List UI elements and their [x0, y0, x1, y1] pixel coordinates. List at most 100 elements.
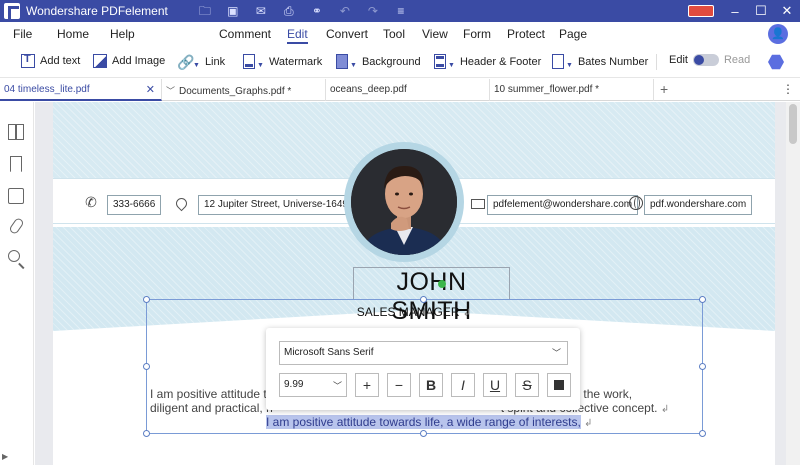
resize-handle[interactable] — [143, 363, 150, 370]
increase-font-button[interactable]: + — [355, 373, 379, 397]
add-image-label: Add Image — [112, 55, 166, 67]
vertical-scrollbar[interactable] — [786, 102, 800, 465]
font-color-button[interactable] — [547, 373, 571, 397]
user-avatar-icon[interactable]: 👤 — [768, 24, 788, 44]
menu-form[interactable]: Form — [463, 27, 491, 41]
add-image-button[interactable]: Add Image — [93, 54, 165, 68]
menu-convert[interactable]: Convert — [326, 27, 368, 41]
menu-file[interactable]: File — [13, 27, 32, 41]
link-dropdown-icon[interactable]: ▼ — [193, 62, 200, 69]
background-button[interactable]: ▼ Background — [336, 54, 421, 69]
menu-help[interactable]: Help — [110, 27, 135, 41]
window-controls: – ☐ ✕ — [688, 0, 800, 22]
decrease-font-button[interactable]: − — [387, 373, 411, 397]
bates-number-button[interactable]: ▼ Bates Number — [552, 54, 648, 69]
minimize-button[interactable]: – — [722, 4, 748, 19]
bold-button[interactable]: B — [419, 373, 443, 397]
bookmark-icon[interactable] — [10, 156, 22, 172]
add-text-button[interactable]: Add text — [21, 53, 80, 68]
attachment-icon[interactable] — [8, 216, 25, 236]
italic-button[interactable]: I — [451, 373, 475, 397]
edit-toolbar: Add text Add Image 🔗 ▼ Link ▼ Watermark … — [0, 46, 800, 78]
close-tab-icon[interactable]: ✕ — [146, 83, 155, 96]
document-tabs: 04 timeless_lite.pdf ✕ ﹀ Documents_Graphs… — [0, 79, 800, 101]
close-window-button[interactable]: ✕ — [774, 3, 800, 19]
thumbnails-icon[interactable] — [8, 124, 24, 140]
mail-icon[interactable]: ✉ — [254, 4, 268, 18]
scrollbar-thumb[interactable] — [789, 104, 797, 144]
save-icon[interactable]: ▣ — [226, 4, 240, 18]
resize-handle[interactable] — [699, 296, 706, 303]
resize-handle[interactable] — [143, 296, 150, 303]
tab-timeless-lite[interactable]: 04 timeless_lite.pdf ✕ — [0, 79, 162, 101]
resize-handle[interactable] — [420, 296, 427, 303]
left-sidebar: ▶ — [0, 102, 34, 465]
edit-read-toggle[interactable]: Edit Read — [669, 54, 750, 66]
background-label: Background — [361, 55, 421, 68]
add-text-icon — [21, 53, 35, 68]
watermark-button[interactable]: ▼ Watermark — [243, 54, 322, 69]
phone-icon: ✆ — [85, 194, 97, 210]
paragraph-text: diligent and practical, h — [150, 401, 273, 415]
bates-number-dropdown-icon[interactable]: ▼ — [566, 62, 573, 69]
background-dropdown-icon[interactable]: ▼ — [350, 62, 357, 69]
more-icon[interactable]: ≡ — [394, 4, 408, 18]
pdf-page: ✆ 333-6666 12 Jupiter Street, Universe-1… — [53, 102, 775, 465]
menu-comment[interactable]: Comment — [219, 27, 271, 41]
edit-mode-label: Edit — [669, 54, 688, 66]
search-icon[interactable] — [8, 250, 20, 262]
email-field[interactable]: pdfelement@wondershare.com — [487, 195, 639, 215]
phone-field[interactable]: 333-6666 — [107, 195, 162, 215]
tab-oceans-deep[interactable]: oceans_deep.pdf — [326, 79, 490, 101]
resize-handle[interactable] — [143, 430, 150, 437]
open-folder-icon[interactable]: 🗀 — [198, 4, 212, 18]
font-size-select[interactable]: 9.99 ﹀ — [279, 373, 347, 397]
header-footer-dropdown-icon[interactable]: ▼ — [448, 62, 455, 69]
redo-icon[interactable]: ↷ — [366, 4, 380, 18]
tab-label: 10 summer_flower.pdf * — [494, 84, 600, 95]
link-button[interactable]: 🔗 ▼ Link — [177, 53, 225, 70]
watermark-dropdown-icon[interactable]: ▼ — [257, 62, 264, 69]
print-icon[interactable]: ⎙ — [282, 4, 296, 18]
share-icon[interactable]: ⚭ — [310, 4, 324, 18]
maximize-button[interactable]: ☐ — [748, 3, 774, 19]
menu-tool[interactable]: Tool — [383, 27, 405, 41]
strikethrough-button[interactable]: S — [515, 373, 539, 397]
expand-sidebar-icon[interactable]: ▶ — [2, 452, 8, 461]
menu-page[interactable]: Page — [559, 27, 587, 41]
return-mark-icon: ↲ — [660, 404, 670, 415]
settings-hexagon-icon[interactable] — [768, 54, 784, 70]
resize-handle[interactable] — [420, 430, 427, 437]
paragraph-text: I am positive attitude t — [150, 387, 267, 401]
tab-documents-graphs[interactable]: ﹀ Documents_Graphs.pdf * — [162, 79, 326, 101]
website-field[interactable]: pdf.wondershare.com — [644, 195, 753, 215]
comment-icon[interactable] — [8, 188, 24, 204]
menu-view[interactable]: View — [422, 27, 448, 41]
background-icon — [336, 54, 348, 69]
resize-handle[interactable] — [699, 430, 706, 437]
gift-icon[interactable] — [688, 5, 714, 17]
toolbar-divider — [656, 54, 657, 70]
paragraph-line-selected[interactable]: I am positive attitude towards life, a w… — [266, 415, 593, 429]
profile-photo[interactable] — [351, 149, 457, 255]
font-family-select[interactable]: Microsoft Sans Serif ﹀ — [279, 341, 568, 365]
mode-toggle-switch[interactable] — [692, 54, 719, 66]
watermark-label: Watermark — [268, 55, 323, 68]
link-icon: 🔗 — [177, 53, 195, 70]
resize-handle[interactable] — [699, 363, 706, 370]
new-tab-icon[interactable]: + — [660, 81, 668, 97]
menu-edit[interactable]: Edit — [287, 27, 308, 44]
undo-icon[interactable]: ↶ — [338, 4, 352, 18]
menu-protect[interactable]: Protect — [507, 27, 545, 41]
chevron-down-icon: ﹀ — [166, 86, 176, 96]
tab-summer-flower[interactable]: 10 summer_flower.pdf * — [490, 79, 654, 101]
address-field[interactable]: 12 Jupiter Street, Universe-1649 — [198, 195, 354, 215]
bates-number-icon — [552, 54, 564, 69]
underline-button[interactable]: U — [483, 373, 507, 397]
read-mode-label: Read — [723, 54, 751, 66]
tabs-menu-icon[interactable]: ⋮ — [782, 82, 794, 96]
header-footer-button[interactable]: ▼ Header & Footer — [434, 54, 541, 69]
mail-icon — [471, 199, 485, 209]
font-size-value: 9.99 — [284, 379, 304, 390]
menu-home[interactable]: Home — [57, 27, 89, 41]
